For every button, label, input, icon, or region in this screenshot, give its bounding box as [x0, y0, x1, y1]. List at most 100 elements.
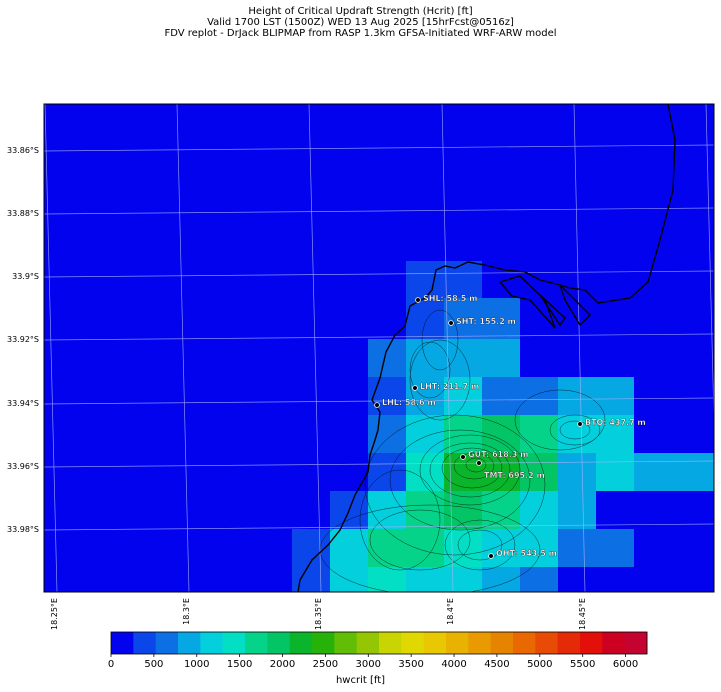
- colorbar-swatch: [222, 632, 246, 654]
- lat-label: 33.94°S: [7, 399, 39, 408]
- grid-cell: [368, 415, 406, 453]
- station-bto[interactable]: BTO: 437.7 m: [577, 418, 646, 427]
- station-marker: [577, 421, 583, 427]
- colorbar-swatch: [289, 632, 313, 654]
- station-label: SHL: 58.5 m: [423, 294, 477, 303]
- colorbar-tick-label: 3000: [356, 659, 381, 670]
- station-shl[interactable]: SHL: 58.5 m: [415, 294, 478, 303]
- grid-cell: [596, 529, 634, 567]
- station-label: SHT: 155.2 m: [456, 317, 516, 326]
- colorbar: [111, 632, 648, 654]
- colorbar-swatch: [356, 632, 380, 654]
- colorbar-tick-label: 5000: [527, 659, 552, 670]
- colorbar-swatch: [580, 632, 603, 654]
- grid-cell: [406, 298, 444, 339]
- grid-cell: [558, 529, 596, 567]
- colorbar-swatch: [423, 632, 447, 654]
- lat-label: 33.86°S: [7, 146, 39, 155]
- grid-cell: [444, 567, 482, 592]
- lon-label: 18.35°E: [314, 598, 323, 630]
- grid-cell: [520, 567, 558, 592]
- grid-cell: [520, 415, 558, 453]
- lon-label: 18.4°E: [446, 598, 455, 625]
- colorbar-swatch: [602, 632, 626, 654]
- station-marker: [412, 385, 418, 391]
- lat-label: 33.88°S: [7, 209, 39, 218]
- colorbar-tick-label: 1500: [227, 659, 252, 670]
- station-label: TMT: 695.2 m: [484, 471, 545, 480]
- lon-label: 18.45°E: [578, 598, 587, 630]
- lat-label: 33.92°S: [7, 335, 39, 344]
- station-label: LHL: 58.6 m: [382, 398, 436, 407]
- colorbar-swatch: [245, 632, 268, 654]
- colorbar-tick-label: 1000: [184, 659, 209, 670]
- station-marker: [448, 320, 454, 326]
- colorbar-swatch: [557, 632, 581, 654]
- grid-cell: [368, 529, 406, 567]
- colorbar-label: hwcrit [ft]: [335, 675, 386, 686]
- station-oht[interactable]: OHT: 543.5 m: [488, 549, 557, 559]
- lat-label: 33.9°S: [12, 272, 39, 281]
- grid-cell: [292, 567, 330, 592]
- grid-cell: [520, 377, 558, 415]
- station-gut[interactable]: GUT: 618.3 m: [460, 450, 529, 460]
- station-lht[interactable]: LHT: 211.7 m: [412, 382, 480, 391]
- lon-label: 18.3°E: [182, 598, 191, 625]
- grid-cell: [368, 453, 406, 491]
- colorbar-tick-label: 0: [108, 659, 114, 670]
- grid-cell: [558, 491, 596, 529]
- station-marker: [415, 297, 421, 303]
- grid-cell: [368, 567, 406, 592]
- grid-cell: [558, 453, 596, 491]
- grid-cell: [444, 529, 482, 567]
- grid-cell: [634, 453, 714, 491]
- colorbar-swatch: [312, 632, 335, 654]
- grid-cell: [596, 453, 634, 491]
- lat-label: 33.98°S: [7, 525, 39, 534]
- grid-cell: [596, 377, 634, 415]
- colorbar-swatch: [535, 632, 559, 654]
- grid-cell: [558, 377, 596, 415]
- colorbar-tick-label: 500: [144, 659, 163, 670]
- colorbar-swatch: [133, 632, 157, 654]
- station-label: OHT: 543.5 m: [496, 549, 557, 558]
- colorbar-swatch: [513, 632, 536, 654]
- station-label: LHT: 211.7 m: [420, 382, 479, 391]
- colorbar-tick-label: 6000: [613, 659, 638, 670]
- colorbar-tick-label: 5500: [570, 659, 595, 670]
- map-canvas: SHL: 58.5 m SHT: 155.2 m LHT: 211.7 m LH…: [7, 103, 715, 670]
- grid-cell: [368, 491, 406, 529]
- lon-label: 18.25°E: [50, 598, 59, 630]
- colorbar-swatch: [155, 632, 179, 654]
- colorbar-swatch: [401, 632, 425, 654]
- grid-cell: [520, 529, 558, 567]
- colorbar-tick-label: 2000: [270, 659, 295, 670]
- colorbar-swatch: [178, 632, 201, 654]
- colorbar-swatch: [490, 632, 514, 654]
- station-marker: [488, 553, 494, 559]
- colorbar-swatch: [267, 632, 291, 654]
- colorbar-swatch: [379, 632, 402, 654]
- station-lhl[interactable]: LHL: 58.6 m: [374, 398, 436, 408]
- grid-cell: [444, 339, 482, 377]
- grid-cell: [406, 261, 444, 298]
- grid-cell: [330, 567, 368, 592]
- station-marker: [374, 402, 380, 408]
- lat-label: 33.96°S: [7, 462, 39, 471]
- colorbar-tick-label: 4500: [484, 659, 509, 670]
- grid-cell: [482, 377, 520, 415]
- colorbar-swatch: [446, 632, 469, 654]
- colorbar-swatch: [624, 632, 648, 654]
- station-marker: [460, 454, 466, 460]
- colorbar-swatch: [468, 632, 492, 654]
- grid-cell: [482, 491, 520, 529]
- station-sht[interactable]: SHT: 155.2 m: [448, 317, 516, 326]
- latitude-labels: 33.86°S 33.88°S 33.9°S 33.92°S 33.94°S 3…: [7, 146, 39, 534]
- grid-cell: [482, 529, 520, 567]
- colorbar-ticks: 0 500 1000 1500 2000 2500 3000 3500 4000 4500 5000…: [108, 654, 638, 670]
- grid-cell: [368, 339, 406, 377]
- station-label: BTO: 437.7 m: [585, 418, 646, 427]
- longitude-labels: 18.25°E 18.3°E 18.35°E 18.4°E 18.45°E: [50, 598, 587, 630]
- colorbar-swatch: [111, 632, 134, 654]
- colorbar-tick-label: 4000: [441, 659, 466, 670]
